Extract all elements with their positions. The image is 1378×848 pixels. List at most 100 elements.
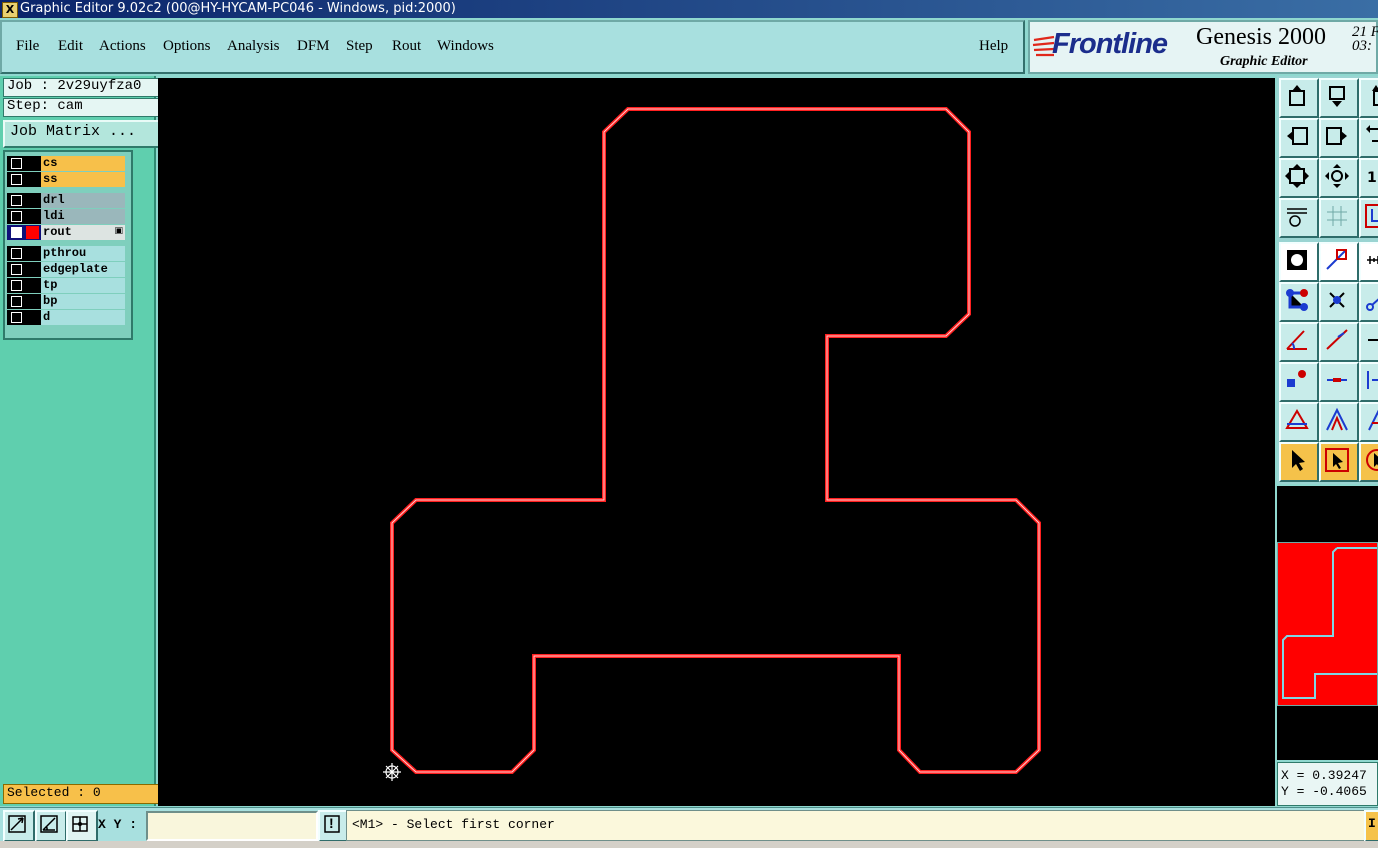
layer-down-icon — [1329, 86, 1345, 107]
layer-up-icon — [1289, 85, 1305, 106]
layer-row-ss[interactable]: ss — [7, 172, 125, 187]
layer-name[interactable]: d — [41, 310, 125, 325]
layer-name[interactable]: tp — [41, 278, 125, 293]
zoom-home-icon — [1325, 164, 1349, 188]
job-matrix-button[interactable]: Job Matrix ... — [3, 120, 160, 148]
layer-up-button[interactable] — [1279, 78, 1319, 118]
select-box-icon — [1325, 448, 1349, 472]
snap-button[interactable] — [1359, 322, 1378, 362]
arrow-a-button[interactable] — [1359, 402, 1378, 442]
layer-row-drl[interactable]: drl — [7, 193, 125, 208]
overview-map[interactable] — [1277, 486, 1378, 760]
line-point-button[interactable] — [1359, 282, 1378, 322]
fill-button[interactable] — [1279, 242, 1319, 282]
app-icon[interactable]: X — [2, 2, 18, 18]
status-right-label: I — [1368, 816, 1376, 831]
layer-name[interactable]: ss — [41, 172, 125, 187]
layer-checkbox[interactable] — [11, 248, 22, 259]
layer-checkbox[interactable] — [11, 280, 22, 291]
dash-button[interactable] — [1319, 362, 1359, 402]
select-box-button[interactable] — [1319, 442, 1359, 482]
branding-area: Frontline Genesis 2000 Graphic Editor 21… — [1028, 20, 1378, 74]
layer-checkbox[interactable] — [11, 296, 22, 307]
zoom-fit-icon — [1285, 164, 1309, 188]
triangle-button[interactable] — [1279, 402, 1319, 442]
layer-name[interactable]: edgeplate — [41, 262, 125, 277]
menu-dfm[interactable]: DFM — [297, 38, 330, 55]
layer-checkbox[interactable] — [11, 264, 22, 275]
menu-rout[interactable]: Rout — [392, 38, 421, 55]
layer-checkbox[interactable] — [11, 195, 22, 206]
layer-checkbox[interactable] — [11, 312, 22, 323]
graphic-canvas[interactable] — [158, 78, 1275, 806]
job-name: Job : 2v29uyfza0 — [3, 78, 159, 97]
layer-checkbox[interactable] — [11, 211, 22, 222]
rotate-button[interactable] — [1359, 118, 1378, 158]
layer-name[interactable]: rout — [41, 225, 125, 240]
rout-outline[interactable] — [390, 107, 1041, 774]
rotate-icon — [1366, 125, 1378, 142]
layer-work-icon: ▣ — [114, 226, 123, 236]
select-circle-icon — [1366, 449, 1378, 471]
pad-button[interactable] — [1279, 362, 1319, 402]
edit-shape-button[interactable] — [1319, 242, 1359, 282]
layer-down-button[interactable] — [1319, 78, 1359, 118]
layer-row-pthrou[interactable]: pthrou — [7, 246, 125, 261]
layer-checkbox[interactable] — [11, 158, 22, 169]
apex-button[interactable] — [1319, 402, 1359, 442]
status-right-button[interactable]: I — [1364, 810, 1378, 842]
angle-button[interactable] — [1279, 322, 1319, 362]
measure-icon — [1367, 256, 1378, 264]
pan-right-button[interactable] — [1319, 118, 1359, 158]
cross-button[interactable] — [1319, 282, 1359, 322]
status-bar: X Y : ! <M1> - Select first corner I — [0, 807, 1378, 842]
apex-icon — [1326, 407, 1348, 431]
layer-name[interactable]: cs — [41, 156, 125, 171]
layer-top-button[interactable] — [1359, 78, 1378, 118]
layer-name[interactable]: ldi — [41, 209, 125, 224]
connect-button[interactable] — [1279, 282, 1319, 322]
measure-button[interactable] — [1359, 242, 1378, 282]
menu-edit[interactable]: Edit — [58, 38, 83, 55]
measure-button[interactable] — [35, 810, 67, 842]
menu-help[interactable]: Help — [979, 38, 1008, 55]
select-arrow-button[interactable] — [1279, 442, 1319, 482]
zoom-home-button[interactable] — [1319, 158, 1359, 198]
layer-name[interactable]: pthrou — [41, 246, 125, 261]
layer-row-bp[interactable]: bp — [7, 294, 125, 309]
grid-button[interactable] — [1319, 198, 1359, 238]
layer-checkbox[interactable] — [11, 174, 22, 185]
layer-row-cs[interactable]: cs — [7, 156, 125, 171]
route-button[interactable] — [1359, 198, 1378, 238]
menu-step[interactable]: Step — [346, 38, 373, 55]
xy-input[interactable] — [146, 811, 318, 841]
align-button[interactable] — [1359, 362, 1378, 402]
bottom-strip — [0, 841, 1378, 848]
layer-checkbox[interactable] — [11, 227, 22, 238]
pan-left-button[interactable] — [1279, 118, 1319, 158]
layer-row-tp[interactable]: tp — [7, 278, 125, 293]
zoom-area-icon — [8, 815, 26, 833]
layer-row-rout[interactable]: rout ▣ — [7, 225, 125, 240]
step-name: Step: cam — [3, 98, 159, 117]
zoom-one-button[interactable]: 1: — [1359, 158, 1378, 198]
layer-row-edgeplate[interactable]: edgeplate — [7, 262, 125, 277]
line-point-icon — [1366, 298, 1378, 311]
select-circle-button[interactable] — [1359, 442, 1378, 482]
menu-options[interactable]: Options — [163, 38, 211, 55]
menu-file[interactable]: File — [16, 38, 39, 55]
layer-name[interactable]: drl — [41, 193, 125, 208]
menu-windows[interactable]: Windows — [437, 38, 494, 55]
zoom-fit-button[interactable] — [1279, 158, 1319, 198]
pan-right-icon — [1326, 127, 1347, 145]
layer-row-d[interactable]: d — [7, 310, 125, 325]
grid-snap-button[interactable] — [66, 810, 98, 842]
tool-palette-button[interactable] — [1279, 198, 1319, 238]
menu-analysis[interactable]: Analysis — [227, 38, 280, 55]
layer-name[interactable]: bp — [41, 294, 125, 309]
layer-row-ldi[interactable]: ldi — [7, 209, 125, 224]
layer-top-icon — [1372, 85, 1378, 106]
zoom-area-button[interactable] — [3, 810, 35, 842]
slope-button[interactable] — [1319, 322, 1359, 362]
menu-actions[interactable]: Actions — [99, 38, 146, 55]
